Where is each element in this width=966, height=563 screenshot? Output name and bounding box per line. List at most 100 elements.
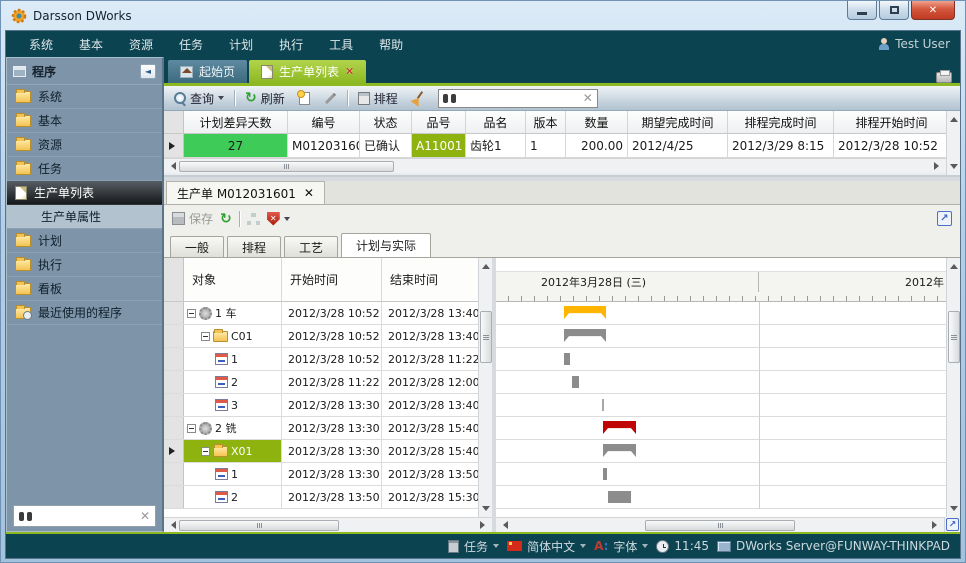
menu-item-0[interactable]: 系统 bbox=[16, 32, 66, 57]
expander-icon[interactable] bbox=[201, 447, 210, 456]
tab-home[interactable]: 起始页 bbox=[168, 60, 247, 83]
status-language[interactable]: 简体中文 bbox=[507, 538, 586, 555]
scroll-down-icon[interactable] bbox=[478, 504, 493, 517]
plan-tree-cell[interactable]: 1 bbox=[184, 348, 282, 370]
gantt-bar-7[interactable] bbox=[603, 468, 607, 480]
sidebar-item-3[interactable]: 任务 bbox=[7, 157, 162, 181]
scroll-left-icon[interactable] bbox=[164, 519, 179, 532]
orders-col-header-6[interactable]: 数量 bbox=[566, 111, 628, 133]
plan-row-7[interactable]: 12012/3/28 13:302012/3/28 13:50 bbox=[164, 463, 478, 486]
plan-tree-cell[interactable]: X01 bbox=[184, 440, 282, 462]
plan-row-2[interactable]: 12012/3/28 10:522012/3/28 11:22 bbox=[164, 348, 478, 371]
plan-end-cell[interactable]: 2012/3/28 13:50 bbox=[382, 463, 478, 485]
plan-row-0[interactable]: 1 车2012/3/28 10:522012/3/28 13:40 bbox=[164, 302, 478, 325]
orders-col-header-7[interactable]: 期望完成时间 bbox=[628, 111, 728, 133]
detail-tab[interactable]: 生产单 M012031601 ✕ bbox=[166, 181, 325, 204]
orders-cell-2[interactable]: 已确认 bbox=[360, 134, 412, 157]
language-dropdown-icon[interactable] bbox=[580, 544, 586, 551]
orders-col-header-0[interactable]: 计划差异天数 bbox=[184, 111, 288, 133]
plan-start-cell[interactable]: 2012/3/28 13:30 bbox=[282, 417, 382, 439]
plan-hscrollbar[interactable] bbox=[164, 517, 492, 532]
scroll-up-icon[interactable] bbox=[478, 258, 493, 271]
tab-close-icon[interactable]: ✕ bbox=[345, 65, 354, 78]
gantt-row-8[interactable] bbox=[496, 486, 946, 509]
sidebar-item-7[interactable]: 执行 bbox=[7, 253, 162, 277]
plan-row-4[interactable]: 32012/3/28 13:302012/3/28 13:40 bbox=[164, 394, 478, 417]
sidebar-item-9[interactable]: 最近使用的程序 bbox=[7, 301, 162, 325]
orders-cell-5[interactable]: 1 bbox=[526, 134, 566, 157]
menu-item-3[interactable]: 任务 bbox=[166, 32, 216, 57]
gantt-row-1[interactable] bbox=[496, 325, 946, 348]
menu-item-7[interactable]: 帮助 bbox=[366, 32, 416, 57]
gantt-vscrollbar[interactable] bbox=[946, 258, 960, 517]
plan-end-cell[interactable]: 2012/3/28 15:30 bbox=[382, 486, 478, 508]
detail-refresh-button[interactable]: ↻ bbox=[220, 213, 232, 225]
plan-row-8[interactable]: 22012/3/28 13:502012/3/28 15:30 bbox=[164, 486, 478, 509]
plan-col-header-0[interactable]: 对象 bbox=[184, 258, 282, 301]
expander-icon[interactable] bbox=[201, 332, 210, 341]
expander-icon[interactable] bbox=[187, 309, 196, 318]
gantt-hscrollbar[interactable] bbox=[496, 517, 944, 532]
scroll-right-icon[interactable] bbox=[931, 160, 946, 173]
plan-end-cell[interactable]: 2012/3/28 15:40 bbox=[382, 440, 478, 462]
orders-cell-4[interactable]: 齿轮1 bbox=[466, 134, 526, 157]
orders-col-header-8[interactable]: 排程完成时间 bbox=[728, 111, 834, 133]
save-button[interactable]: 保存 bbox=[172, 210, 213, 227]
plan-start-cell[interactable]: 2012/3/28 13:30 bbox=[282, 440, 382, 462]
plan-tree-cell[interactable]: 1 bbox=[184, 463, 282, 485]
plan-start-cell[interactable]: 2012/3/28 10:52 bbox=[282, 325, 382, 347]
orders-cell-8[interactable]: 2012/3/29 8:15 bbox=[728, 134, 834, 157]
menu-item-4[interactable]: 计划 bbox=[216, 32, 266, 57]
clear-search-icon[interactable]: ✕ bbox=[140, 509, 150, 523]
scroll-left-icon[interactable] bbox=[164, 160, 179, 173]
orders-cell-1[interactable]: M012031601 bbox=[288, 134, 360, 157]
gantt-row-2[interactable] bbox=[496, 348, 946, 371]
menu-item-5[interactable]: 执行 bbox=[266, 32, 316, 57]
plan-col-header-1[interactable]: 开始时间 bbox=[282, 258, 382, 301]
plan-end-cell[interactable]: 2012/3/28 13:40 bbox=[382, 302, 478, 324]
query-button[interactable]: 查询 bbox=[170, 88, 228, 109]
orders-col-header-1[interactable]: 编号 bbox=[288, 111, 360, 133]
maximize-button[interactable] bbox=[879, 1, 909, 20]
query-dropdown-icon[interactable] bbox=[218, 96, 224, 103]
popout-icon[interactable]: ↗ bbox=[937, 211, 952, 226]
plan-start-cell[interactable]: 2012/3/28 13:30 bbox=[282, 394, 382, 416]
gantt-bar-2[interactable] bbox=[564, 353, 570, 365]
plan-row-3[interactable]: 22012/3/28 11:222012/3/28 12:00 bbox=[164, 371, 478, 394]
close-button[interactable]: ✕ bbox=[911, 1, 955, 20]
plan-start-cell[interactable]: 2012/3/28 10:52 bbox=[282, 348, 382, 370]
validate-dropdown-icon[interactable] bbox=[284, 217, 290, 224]
scroll-down-icon[interactable] bbox=[946, 504, 961, 517]
gantt-bar-3[interactable] bbox=[572, 376, 579, 388]
orders-cell-7[interactable]: 2012/4/25 bbox=[628, 134, 728, 157]
plan-row-1[interactable]: C012012/3/28 10:522012/3/28 13:40 bbox=[164, 325, 478, 348]
plan-end-cell[interactable]: 2012/3/28 11:22 bbox=[382, 348, 478, 370]
plan-start-cell[interactable]: 2012/3/28 10:52 bbox=[282, 302, 382, 324]
gantt-bar-6[interactable] bbox=[603, 444, 636, 457]
orders-cell-0[interactable]: 27 bbox=[184, 134, 288, 157]
status-font[interactable]: A: 字体 bbox=[594, 538, 648, 555]
task-dropdown-icon[interactable] bbox=[493, 544, 499, 551]
orders-cell-6[interactable]: 200.00 bbox=[566, 134, 628, 157]
orders-data-row[interactable]: 27M012031601已确认A11001齿轮11200.002012/4/25… bbox=[164, 134, 946, 158]
scroll-right-icon[interactable] bbox=[477, 519, 492, 532]
plan-tree-cell[interactable]: 2 bbox=[184, 486, 282, 508]
plan-tree-cell[interactable]: 2 铣 bbox=[184, 417, 282, 439]
plan-vscrollbar[interactable] bbox=[478, 258, 492, 517]
gantt-row-0[interactable] bbox=[496, 302, 946, 325]
plan-row-5[interactable]: 2 铣2012/3/28 13:302012/3/28 15:40 bbox=[164, 417, 478, 440]
sidebar-collapse-button[interactable]: ◄ bbox=[140, 64, 156, 79]
gantt-row-5[interactable] bbox=[496, 417, 946, 440]
orders-cell-3[interactable]: A11001 bbox=[412, 134, 466, 157]
scroll-up-icon[interactable] bbox=[946, 258, 961, 271]
orders-hscrollbar[interactable] bbox=[164, 158, 946, 173]
status-task[interactable]: 任务 bbox=[448, 538, 499, 555]
schedule-button[interactable]: 排程 bbox=[354, 88, 402, 109]
orders-col-header-5[interactable]: 版本 bbox=[526, 111, 566, 133]
new-button[interactable] bbox=[295, 90, 314, 107]
sidebar-search-input[interactable] bbox=[37, 510, 135, 522]
gantt-hscroll-thumb[interactable] bbox=[645, 520, 795, 531]
plan-end-cell[interactable]: 2012/3/28 12:00 bbox=[382, 371, 478, 393]
refresh-button[interactable]: ↻ 刷新 bbox=[241, 88, 289, 109]
menu-item-6[interactable]: 工具 bbox=[316, 32, 366, 57]
